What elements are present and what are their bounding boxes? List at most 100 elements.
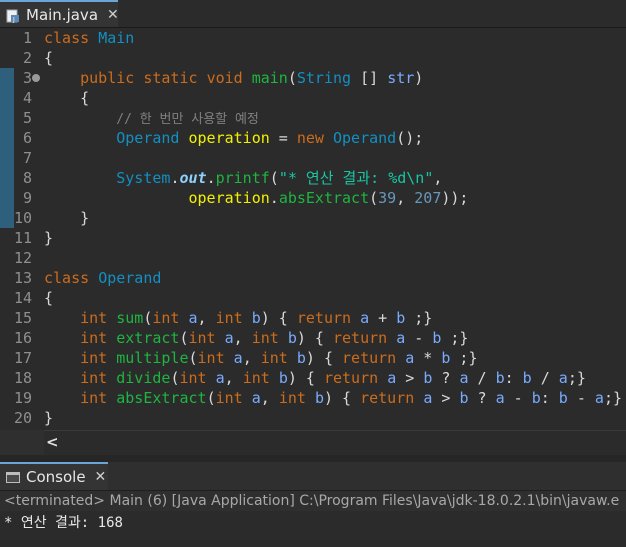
code-token: ) — [414, 69, 424, 87]
code-token: - — [405, 329, 433, 347]
code-line: System.out.printf("* 연산 결과: %d\n", — [44, 168, 442, 188]
code-token: absExtract — [278, 189, 370, 207]
code-token: , — [260, 389, 279, 407]
line-number-gutter: 1 2 3 4 5 6 7 8 9 10 11 12 13 14 15 16 17 18 19 20 — [14, 28, 40, 430]
code-line: Operand operation = new Operand(); — [44, 128, 423, 148]
close-icon[interactable]: ✕ — [107, 7, 119, 23]
line-number: 12 — [14, 249, 33, 267]
tab-main-java[interactable]: J Main.java ✕ — [0, 0, 119, 27]
code-token: - — [504, 389, 532, 407]
code-token: : — [504, 369, 523, 387]
code-token: a — [215, 369, 225, 387]
code-token: a — [558, 369, 568, 387]
code-token: , — [233, 329, 252, 347]
code-token: / — [531, 369, 559, 387]
line-number: 17 — [14, 349, 33, 367]
code-token: a — [360, 309, 370, 327]
code-token: ;} — [567, 369, 586, 387]
code-token: main — [251, 69, 288, 87]
tab-console[interactable]: Console ✕ — [0, 462, 108, 490]
code-token: b — [495, 369, 505, 387]
code-token: . — [206, 169, 216, 187]
code-token: int — [80, 349, 108, 367]
scroll-left-icon[interactable]: < — [46, 433, 59, 451]
console-status: <terminated> Main (6) [Java Application]… — [4, 493, 620, 509]
line-number: 9 — [22, 189, 32, 207]
fold-collapse-icon[interactable] — [32, 74, 40, 82]
code-token: a — [594, 389, 604, 407]
code-token: int — [260, 349, 288, 367]
code-token: Operand — [98, 269, 162, 287]
code-line: { — [44, 288, 53, 308]
code-token: a — [387, 369, 397, 387]
console-output-area[interactable]: * 연산 결과: 168 — [0, 511, 626, 547]
code-token: sum — [116, 309, 144, 327]
panel-divider[interactable] — [0, 455, 626, 462]
code-token: class — [44, 269, 99, 287]
code-token: a — [495, 389, 505, 407]
code-token: { — [44, 49, 54, 67]
code-token: "* 연산 결과: %d\n" — [278, 169, 434, 187]
code-token: )); — [441, 189, 469, 207]
code-token: a — [405, 349, 415, 367]
line-number: 14 — [14, 289, 33, 307]
code-token: multiple — [116, 349, 189, 367]
code-line: } — [44, 408, 53, 428]
console-tab-label: Console — [26, 468, 86, 486]
code-token: b — [251, 309, 261, 327]
code-token: return — [333, 329, 388, 347]
code-line: // 한 번만 사용할 예정 — [44, 108, 259, 128]
code-token: b — [287, 329, 297, 347]
code-token: int — [197, 349, 225, 367]
line-number: 4 — [22, 89, 32, 107]
code-line: operation.absExtract(39, 207)); — [44, 188, 469, 208]
code-token: public — [80, 69, 135, 87]
code-token: out — [179, 169, 207, 187]
code-line: int absExtract(int a, int b) { return a … — [44, 388, 622, 408]
code-area[interactable]: class Main{ public static void main(Stri… — [44, 28, 626, 430]
line-number: 6 — [22, 129, 32, 147]
change-marker — [0, 68, 14, 228]
code-token: a — [396, 329, 406, 347]
horizontal-scrollbar[interactable]: < — [44, 430, 626, 455]
code-token: return — [296, 309, 352, 327]
code-token: 207 — [414, 189, 442, 207]
code-token: Operand — [333, 129, 397, 147]
code-editor[interactable]: 1 2 3 4 5 6 7 8 9 10 11 12 13 14 15 16 17 18 19 20 class Ma… — [0, 28, 626, 430]
code-line: class Operand — [44, 268, 161, 288]
code-token: b — [558, 389, 568, 407]
close-icon[interactable]: ✕ — [95, 469, 107, 485]
code-token: int — [152, 309, 180, 327]
code-token: ;} — [405, 309, 433, 327]
code-token: ( — [287, 69, 297, 87]
code-token: } — [44, 229, 54, 247]
code-token: b — [531, 389, 541, 407]
code-token: int — [80, 389, 108, 407]
code-token: extract — [116, 329, 180, 347]
code-token: } — [44, 209, 90, 227]
code-token: . — [269, 189, 279, 207]
code-token: ) { — [305, 349, 343, 367]
code-token: ) { — [296, 329, 333, 347]
code-token: return — [342, 349, 397, 367]
code-token: class — [44, 29, 99, 47]
line-number: 19 — [14, 389, 33, 407]
code-token: ( — [269, 169, 279, 187]
code-token: ( — [188, 349, 198, 367]
code-token: + — [369, 309, 397, 327]
code-token: int — [188, 329, 216, 347]
code-token: , — [433, 169, 443, 187]
code-token: } — [44, 409, 54, 427]
code-token: b — [423, 369, 433, 387]
line-number: 5 — [22, 109, 32, 127]
code-token: int — [215, 309, 243, 327]
